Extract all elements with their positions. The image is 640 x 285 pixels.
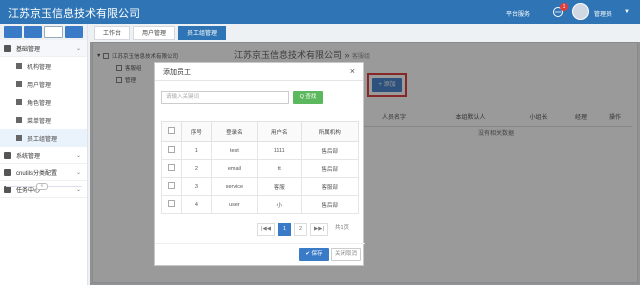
collapse-icon[interactable] <box>65 26 83 38</box>
column-header: 所属机构 <box>300 121 360 142</box>
search-button[interactable]: Q 查找 <box>293 91 323 104</box>
search-icon <box>4 151 11 159</box>
avatar[interactable] <box>572 3 589 20</box>
sidebar-group-basic[interactable]: 基础管理 ⌄ <box>0 40 87 57</box>
checkbox-icon[interactable] <box>167 127 175 134</box>
sidebar-collapse-button[interactable]: « <box>36 183 48 190</box>
sidebar-group-cnutils[interactable]: cnutils分类配置 ⌄ <box>0 164 87 181</box>
role-icon <box>16 99 22 105</box>
users-icon <box>16 81 22 87</box>
platform-service-link[interactable]: 平台服务 <box>506 9 530 18</box>
notification-badge: 1 <box>560 3 568 11</box>
list-icon[interactable] <box>43 26 64 38</box>
chevron-down-icon: ⌄ <box>75 152 81 159</box>
row-checkbox[interactable] <box>167 146 175 153</box>
table-row[interactable]: 2 email tt 售后部 <box>161 159 360 178</box>
table-row[interactable]: 4 user 小 售后部 <box>161 195 360 214</box>
cancel-button[interactable]: 关闭取消 <box>331 248 361 261</box>
user-icon[interactable] <box>23 26 42 38</box>
app-title: 江苏京玉信息技术有限公司 <box>8 8 140 20</box>
select-all-checkbox[interactable] <box>161 121 182 142</box>
chevron-down-icon[interactable]: ▼ <box>624 9 630 15</box>
sidebar-item-staff-groups[interactable]: 员工组管理 <box>0 129 87 147</box>
sidebar-item-org[interactable]: 机构管理 <box>0 57 87 75</box>
dialog-title: 添加员工 <box>155 63 363 81</box>
pagination: |◀◀ 1 2 ▶▶| 共1页 <box>257 223 353 236</box>
sidebar-item-roles[interactable]: 角色管理 <box>0 93 87 111</box>
row-checkbox[interactable] <box>167 164 175 171</box>
column-header: 序号 <box>180 121 212 142</box>
page-2-button[interactable]: 2 <box>294 223 307 236</box>
column-header: 登录名 <box>210 121 258 142</box>
chevron-down-icon: ⌄ <box>75 169 81 176</box>
row-checkbox[interactable] <box>167 200 175 207</box>
sidebar-item-users[interactable]: 用户管理 <box>0 75 87 93</box>
sidebar-group-system[interactable]: 系统管理 ⌄ <box>0 147 87 164</box>
user-select-table: 序号 登录名 用户名 所属机构 1 test 1111 售后部 2 email … <box>161 121 360 214</box>
page-1-button[interactable]: 1 <box>278 223 291 236</box>
save-button[interactable]: ✔ 保存 <box>299 248 329 261</box>
close-icon[interactable]: × <box>350 66 355 76</box>
table-row[interactable]: 1 test 1111 售后部 <box>161 141 360 160</box>
last-page-button[interactable]: ▶▶| <box>310 223 328 236</box>
home-icon[interactable] <box>4 26 22 38</box>
search-input[interactable]: 请输入关键词 <box>161 91 289 104</box>
tab-user-management[interactable]: 用户管理 <box>133 26 176 40</box>
person-icon <box>16 135 22 141</box>
tab-workbench[interactable]: 工作台 <box>94 26 131 40</box>
sidebar-item-menus[interactable]: 菜单管理 <box>0 111 87 129</box>
grid-icon <box>4 44 11 52</box>
gear-icon <box>4 168 11 176</box>
sidebar: 基础管理 ⌄ 机构管理 用户管理 角色管理 菜单管理 员工组管理 系统管理 ⌄ … <box>0 24 88 285</box>
user-name[interactable]: 管理员 <box>594 9 612 18</box>
add-staff-dialog: 添加员工 × 请输入关键词 Q 查找 序号 登录名 用户名 所属机构 1 tes… <box>154 62 365 266</box>
tab-staff-groups[interactable]: 员工组管理 <box>178 26 227 40</box>
chevron-down-icon: ⌄ <box>75 45 81 52</box>
page-total: 共1页 <box>331 223 353 236</box>
top-bar: 江苏京玉信息技术有限公司 平台服务 1 管理员 ▼ <box>0 0 640 24</box>
tab-bar: 工作台 用户管理 员工组管理 <box>90 26 640 40</box>
table-row[interactable]: 3 service 客服 客服部 <box>161 177 360 196</box>
sidebar-toolbar <box>0 24 87 40</box>
first-page-button[interactable]: |◀◀ <box>257 223 275 236</box>
org-icon <box>16 63 22 69</box>
row-checkbox[interactable] <box>167 182 175 189</box>
menu-icon <box>16 117 22 123</box>
column-header: 用户名 <box>256 121 302 142</box>
